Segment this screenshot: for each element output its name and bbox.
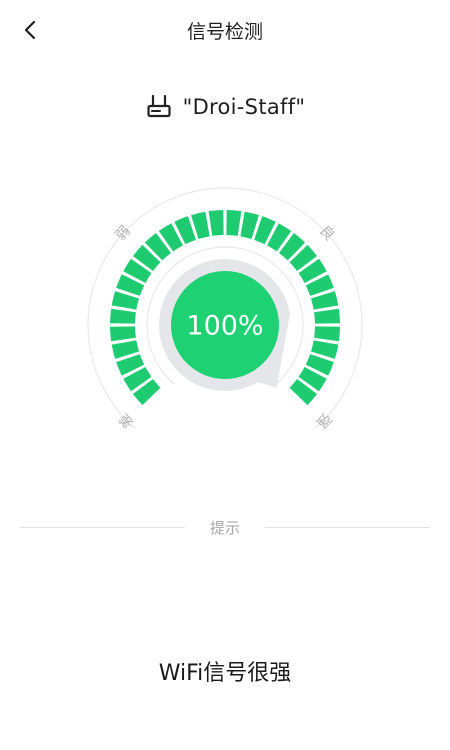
gauge-svg: 差 弱 良 强 100%	[87, 187, 363, 431]
gauge-segment	[110, 326, 136, 342]
router-icon	[145, 93, 173, 121]
signal-gauge: 差 弱 良 强 100%	[0, 160, 450, 460]
gauge-segment	[110, 308, 136, 324]
gauge-segment	[208, 210, 224, 236]
gauge-segment	[226, 210, 242, 236]
divider-line-right	[265, 527, 430, 528]
gauge-segment	[314, 308, 340, 324]
signal-status-text: WiFi信号很强	[158, 661, 292, 686]
gauge-segment	[314, 326, 340, 342]
network-info: "Droi-Staff"	[0, 90, 450, 124]
network-name: "Droi-Staff"	[182, 95, 306, 119]
top-bar: 信号检测	[0, 0, 450, 60]
center-indicator: 100%	[159, 259, 290, 391]
page-title: 信号检测	[186, 21, 263, 43]
percent-label: 100%	[186, 311, 263, 342]
tips-divider: 提示	[20, 517, 430, 539]
